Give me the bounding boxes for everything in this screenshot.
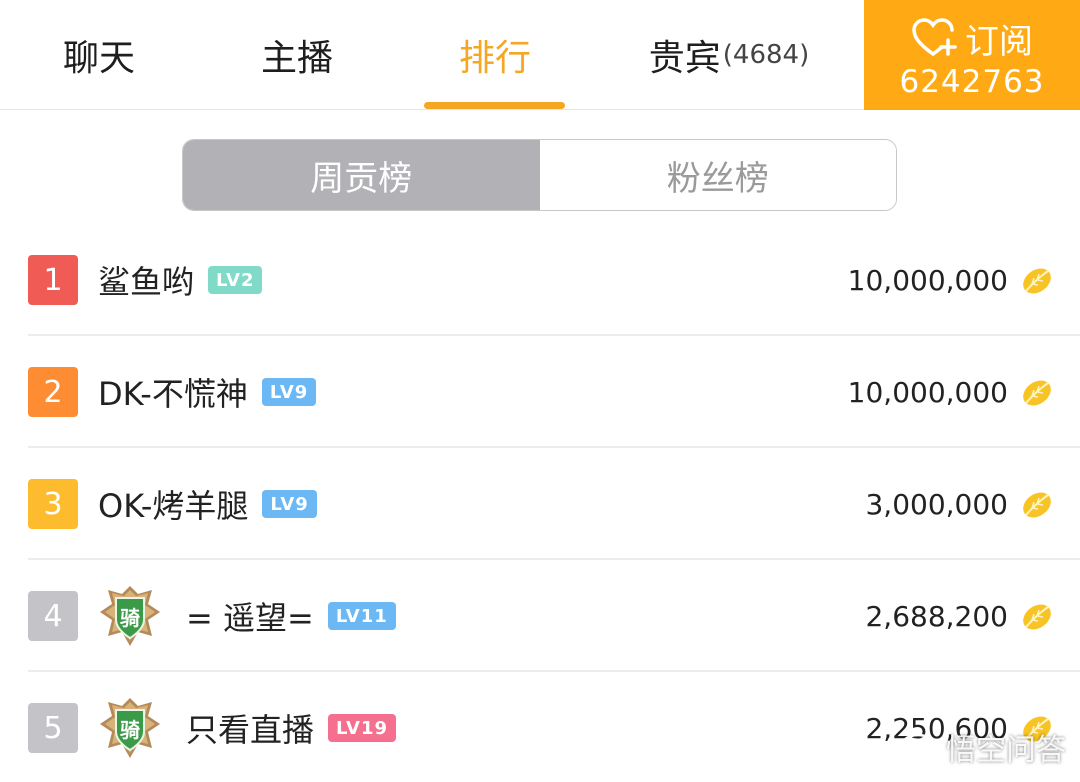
heart-plus-icon bbox=[912, 18, 957, 56]
watermark-text: 悟空问答 bbox=[946, 733, 1066, 768]
user-name: 只看直播 bbox=[186, 711, 315, 749]
level-badge: LV2 bbox=[208, 266, 263, 294]
svg-text:骑: 骑 bbox=[120, 718, 140, 742]
gold-leaf-icon bbox=[1023, 268, 1051, 294]
user-name-group: OK-烤羊腿 LV9 bbox=[98, 476, 317, 532]
gold-leaf-icon bbox=[1023, 380, 1051, 406]
rank-number: 5 bbox=[28, 703, 78, 753]
rank-number: 3 bbox=[28, 479, 78, 529]
top-tab-bar: 聊天 主播 排行 贵宾 (4684) 订阅 6242763 bbox=[0, 0, 1080, 110]
user-name-group: 只看直播 LV19 bbox=[186, 700, 396, 756]
watermark: 悟空问答 bbox=[898, 722, 1066, 772]
level-badge: LV19 bbox=[328, 714, 396, 742]
level-badge: LV11 bbox=[327, 602, 396, 630]
list-item[interactable]: 3 OK-烤羊腿 LV9 3,000,000 bbox=[0, 448, 1080, 560]
tab-anchor[interactable]: 主播 bbox=[198, 0, 396, 110]
tab-vip[interactable]: 贵宾 (4684) bbox=[594, 0, 864, 110]
user-name: OK-烤羊腿 bbox=[98, 487, 249, 525]
segment-weekly-contribution[interactable]: 周贡榜 bbox=[183, 140, 540, 210]
user-name: 鲨鱼哟 bbox=[98, 263, 195, 301]
gold-leaf-icon bbox=[1023, 604, 1051, 630]
level-badge: LV9 bbox=[261, 378, 317, 406]
tab-ranking-label: 排行 bbox=[458, 38, 531, 79]
ranking-segmented-control: 周贡榜 粉丝榜 bbox=[182, 139, 897, 211]
tab-chat-label: 聊天 bbox=[62, 38, 135, 79]
rank-number: 2 bbox=[28, 367, 78, 417]
tab-ranking[interactable]: 排行 bbox=[396, 0, 594, 110]
knight-badge-icon: 骑 bbox=[100, 698, 160, 758]
list-item[interactable]: 2 DK-不慌神 LV9 10,000,000 bbox=[0, 336, 1080, 448]
subscribe-button[interactable]: 订阅 6242763 bbox=[864, 0, 1080, 110]
level-badge: LV9 bbox=[262, 490, 317, 518]
tab-anchor-label: 主播 bbox=[260, 38, 333, 79]
score: 10,000,000 bbox=[847, 263, 1008, 297]
score: 3,000,000 bbox=[865, 487, 1008, 521]
user-name-group: 鲨鱼哟 LV2 bbox=[98, 252, 263, 308]
subscribe-label: 订阅 bbox=[965, 21, 1033, 62]
user-name: DK-不慌神 bbox=[98, 375, 248, 413]
wukong-logo-icon bbox=[899, 733, 937, 761]
subscribe-count: 6242763 bbox=[899, 64, 1045, 100]
list-item[interactable]: 1 鲨鱼哟 LV2 10,000,000 bbox=[0, 224, 1080, 336]
user-name-group: DK-不慌神 LV9 bbox=[98, 364, 317, 420]
score: 2,688,200 bbox=[865, 599, 1008, 633]
rank-number: 4 bbox=[28, 591, 78, 641]
gold-leaf-icon bbox=[1023, 492, 1051, 518]
tab-chat[interactable]: 聊天 bbox=[0, 0, 198, 110]
score: 10,000,000 bbox=[847, 375, 1008, 409]
list-item[interactable]: 4 骑 = 遥望= LV11 2,688,200 bbox=[0, 560, 1080, 672]
segment-fans[interactable]: 粉丝榜 bbox=[539, 140, 896, 210]
active-tab-indicator bbox=[424, 102, 565, 109]
svg-text:骑: 骑 bbox=[120, 606, 140, 630]
rank-number: 1 bbox=[28, 255, 78, 305]
user-name-group: = 遥望= LV11 bbox=[186, 588, 396, 644]
tab-vip-label: 贵宾 bbox=[648, 38, 721, 79]
user-name: = 遥望= bbox=[186, 599, 314, 637]
knight-badge-icon: 骑 bbox=[100, 586, 160, 646]
vip-count: (4684) bbox=[722, 40, 810, 70]
